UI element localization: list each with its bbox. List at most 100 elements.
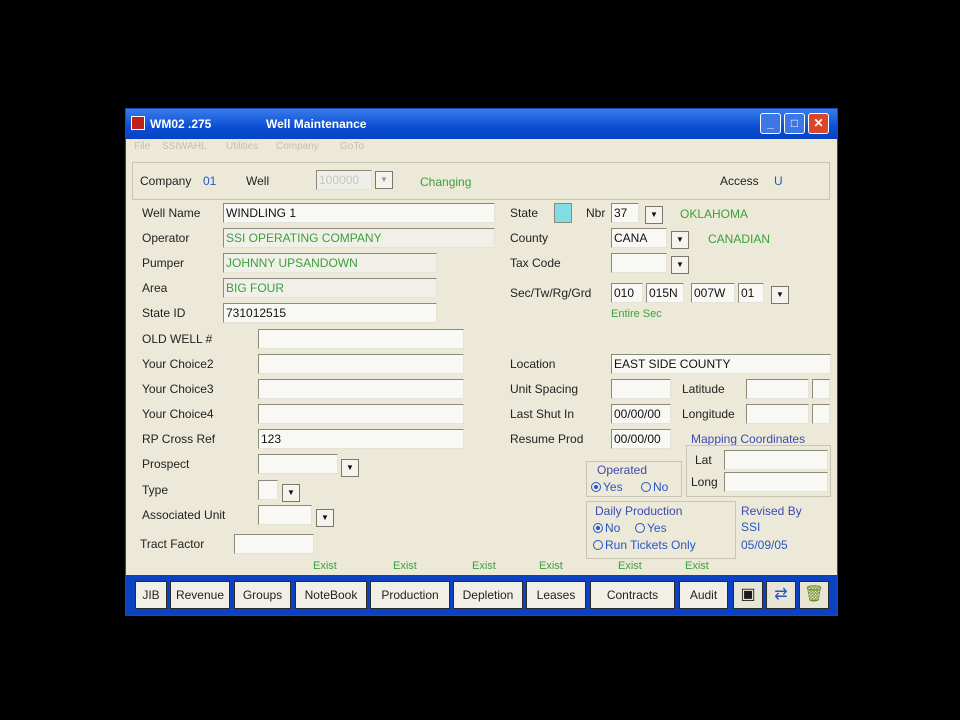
sec-field[interactable]: 010 [611, 283, 643, 303]
tax-code-dropdown[interactable]: ▼ [671, 256, 689, 274]
close-button[interactable]: ✕ [808, 113, 829, 134]
well-dropdown[interactable]: ▼ [375, 171, 393, 189]
revised-by-user: SSI [741, 520, 761, 534]
state-id-label: State ID [142, 306, 186, 320]
area-label: Area [142, 281, 168, 295]
unit-spacing-field[interactable] [611, 379, 671, 399]
menu-utilities[interactable]: Utilities [226, 141, 258, 152]
maximize-button[interactable]: □ [784, 113, 805, 134]
menu-goto[interactable]: GoTo [340, 141, 364, 152]
grid-dropdown[interactable]: ▼ [771, 286, 789, 304]
range-field[interactable]: 007W [691, 283, 735, 303]
township-field[interactable]: 015N [646, 283, 684, 303]
county-field[interactable]: CANA [611, 228, 667, 248]
old-well-field[interactable] [258, 329, 464, 349]
associated-unit-label: Associated Unit [142, 508, 226, 522]
lat-label: Lat [695, 453, 712, 467]
menu-bar: File SSIWAHL Utilities Company GoTo [126, 139, 837, 157]
exist-audit: Exist [685, 560, 709, 572]
state-id-field[interactable]: 731012515 [223, 303, 437, 323]
prospect-dropdown[interactable]: ▼ [341, 459, 359, 477]
notebook-button[interactable]: NoteBook [295, 581, 367, 609]
your-choice4-field[interactable] [258, 404, 464, 424]
revenue-button[interactable]: Revenue [170, 581, 230, 609]
daily-no-radio[interactable]: No [593, 521, 620, 535]
operated-title: Operated [597, 463, 648, 477]
minimize-button[interactable]: _ [760, 113, 781, 134]
rp-cross-ref-field[interactable]: 123 [258, 429, 464, 449]
map-lat-field[interactable] [724, 450, 828, 470]
jib-button[interactable]: JIB [135, 581, 167, 609]
well-number-field[interactable]: 100000 [316, 170, 372, 190]
location-label: Location [510, 357, 556, 371]
operated-yes-label: Yes [603, 480, 623, 494]
sec-tw-rg-grd-label: Sec/Tw/Rg/Grd [510, 286, 592, 300]
revised-by-date: 05/09/05 [741, 538, 788, 552]
type-dropdown[interactable]: ▼ [282, 484, 300, 502]
last-shut-in-field[interactable]: 00/00/00 [611, 404, 671, 424]
pumper-label: Pumper [142, 256, 185, 270]
revised-by-title: Revised By [741, 504, 802, 518]
well-name-label: Well Name [142, 206, 201, 220]
latitude-extra-field[interactable] [812, 379, 830, 399]
header-panel: Company 01 Well 100000 ▼ Changing Access… [132, 162, 830, 200]
grid-field[interactable]: 01 [738, 283, 764, 303]
location-field[interactable]: EAST SIDE COUNTY [611, 354, 831, 374]
operated-group: Operated Yes No [586, 461, 682, 497]
associated-unit-field[interactable] [258, 505, 312, 525]
access-value: U [774, 174, 783, 188]
pumper-field[interactable]: JOHNNY UPSANDOWN [223, 253, 437, 273]
prospect-field[interactable] [258, 454, 338, 474]
map-long-field[interactable] [724, 472, 828, 492]
resume-prod-field[interactable]: 00/00/00 [611, 429, 671, 449]
company-label: Company [140, 174, 192, 188]
operator-field[interactable]: SSI OPERATING COMPANY [223, 228, 495, 248]
tract-factor-field[interactable] [234, 534, 314, 554]
type-field[interactable] [258, 480, 278, 500]
county-dropdown[interactable]: ▼ [671, 231, 689, 249]
exist-notebook: Exist [393, 560, 417, 572]
tax-code-label: Tax Code [510, 256, 561, 270]
your-choice2-label: Your Choice2 [142, 357, 214, 371]
state-nbr-field[interactable]: 37 [611, 203, 639, 223]
operated-no-dot [641, 482, 651, 492]
operated-no-radio[interactable]: No [641, 480, 668, 494]
daily-yes-radio[interactable]: Yes [635, 521, 667, 535]
daily-no-label: No [605, 521, 621, 535]
leases-button[interactable]: Leases [526, 581, 586, 609]
well-name-field[interactable]: WINDLING 1 [223, 203, 495, 223]
your-choice2-field[interactable] [258, 354, 464, 374]
groups-button[interactable]: Groups [234, 581, 291, 609]
title-bar[interactable]: WM02 .275 Well Maintenance _ □ ✕ [126, 109, 837, 139]
longitude-field[interactable] [746, 404, 809, 424]
state-nbr-dropdown[interactable]: ▼ [645, 206, 663, 224]
contracts-button[interactable]: Contracts [590, 581, 675, 609]
production-button[interactable]: Production [370, 581, 450, 609]
tax-code-field[interactable] [611, 253, 667, 273]
longitude-extra-field[interactable] [812, 404, 830, 424]
run-tickets-radio[interactable]: Run Tickets Only [593, 538, 696, 552]
menu-ssiwahl[interactable]: SSIWAHL [162, 141, 207, 152]
cross-reference-icon[interactable]: ⇄ [766, 581, 796, 609]
unit-spacing-label: Unit Spacing [510, 382, 579, 396]
audit-button[interactable]: Audit [679, 581, 728, 609]
long-label: Long [691, 475, 718, 489]
menu-file[interactable]: File [134, 141, 150, 152]
state-field[interactable] [554, 203, 572, 223]
operator-label: Operator [142, 231, 190, 245]
daily-production-group: Daily Production No Yes Run Tickets Only [586, 501, 736, 559]
save-icon[interactable]: ▣ [733, 581, 763, 609]
exist-depletion: Exist [539, 560, 563, 572]
operated-yes-radio[interactable]: Yes [591, 480, 623, 494]
daily-production-title: Daily Production [595, 504, 683, 518]
trash-icon[interactable]: 🗑 [799, 581, 829, 609]
mapping-coordinates-title: Mapping Coordinates [691, 432, 806, 446]
menu-company[interactable]: Company [276, 141, 319, 152]
access-label: Access [720, 174, 759, 188]
resume-prod-label: Resume Prod [510, 432, 584, 446]
depletion-button[interactable]: Depletion [453, 581, 523, 609]
your-choice3-field[interactable] [258, 379, 464, 399]
area-field[interactable]: BIG FOUR [223, 278, 437, 298]
latitude-field[interactable] [746, 379, 809, 399]
associated-unit-dropdown[interactable]: ▼ [316, 509, 334, 527]
